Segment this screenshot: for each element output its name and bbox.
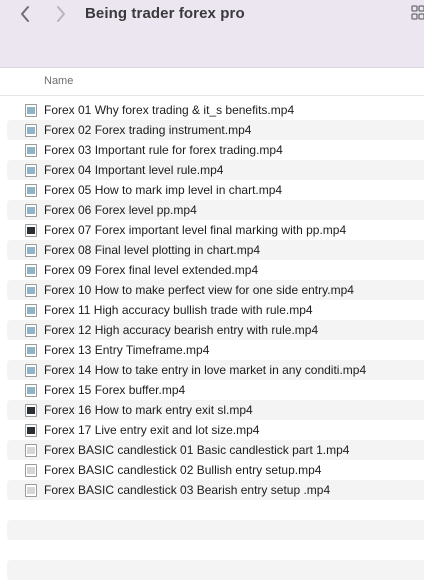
file-name: Forex 05 How to mark imp level in chart.…: [44, 183, 283, 197]
video-thumbnail: [27, 367, 35, 374]
video-file-icon: [25, 344, 37, 357]
video-thumbnail: [27, 187, 35, 194]
file-name: Forex 09 Forex final level extended.mp4: [44, 263, 259, 277]
video-thumbnail: [27, 227, 35, 234]
file-row[interactable]: Forex 17 Live entry exit and lot size.mp…: [0, 420, 424, 440]
video-file-icon: [25, 184, 37, 197]
video-file-icon: [25, 464, 37, 477]
video-file-icon: [25, 164, 37, 177]
finder-window: Being trader forex pro Name Forex 01 Why…: [0, 0, 424, 586]
file-row[interactable]: Forex 01 Why forex trading & it_s benefi…: [0, 100, 424, 120]
video-file-icon: [25, 484, 37, 497]
chevron-right-icon: [57, 6, 65, 22]
file-name: Forex 04 Important level rule.mp4: [44, 163, 224, 177]
video-thumbnail: [27, 407, 35, 414]
video-thumbnail: [27, 487, 35, 494]
file-row[interactable]: Forex 16 How to mark entry exit sl.mp4: [0, 400, 424, 420]
video-file-icon: [25, 324, 37, 337]
file-row[interactable]: Forex 11 High accuracy bullish trade wit…: [0, 300, 424, 320]
video-file-icon: [25, 284, 37, 297]
video-file-icon: [25, 424, 37, 437]
video-thumbnail: [27, 427, 35, 434]
video-thumbnail: [27, 127, 35, 134]
forward-button[interactable]: [50, 3, 72, 25]
file-row[interactable]: Forex 12 High accuracy bearish entry wit…: [0, 320, 424, 340]
file-name: Forex BASIC candlestick 03 Bearish entry…: [44, 483, 331, 497]
video-thumbnail: [27, 387, 35, 394]
file-name: Forex 15 Forex buffer.mp4: [44, 383, 186, 397]
empty-list-row: [7, 560, 424, 580]
video-thumbnail: [27, 347, 35, 354]
video-file-icon: [25, 404, 37, 417]
video-file-icon: [25, 244, 37, 257]
file-row[interactable]: Forex 07 Forex important level final mar…: [0, 220, 424, 240]
file-name: Forex 16 How to mark entry exit sl.mp4: [44, 403, 253, 417]
video-thumbnail: [27, 447, 35, 454]
video-file-icon: [25, 304, 37, 317]
file-name: Forex 03 Important rule for forex tradin…: [44, 143, 283, 157]
file-name: Forex 08 Final level plotting in chart.m…: [44, 243, 261, 257]
file-row[interactable]: Forex 14 How to take entry in love marke…: [0, 360, 424, 380]
file-row[interactable]: Forex 06 Forex level pp.mp4: [0, 200, 424, 220]
file-row[interactable]: Forex BASIC candlestick 01 Basic candles…: [0, 440, 424, 460]
video-file-icon: [25, 104, 37, 117]
file-name: Forex 02 Forex trading instrument.mp4: [44, 123, 252, 137]
video-file-icon: [25, 364, 37, 377]
file-list: Forex 01 Why forex trading & it_s benefi…: [0, 100, 424, 500]
column-header: Name: [0, 68, 424, 96]
video-thumbnail: [27, 167, 35, 174]
video-thumbnail: [27, 247, 35, 254]
file-name: Forex BASIC candlestick 02 Bullish entry…: [44, 463, 322, 477]
window-title: Being trader forex pro: [85, 5, 245, 22]
file-row[interactable]: Forex 05 How to mark imp level in chart.…: [0, 180, 424, 200]
name-column-header[interactable]: Name: [44, 75, 73, 87]
file-row[interactable]: Forex 03 Important rule for forex tradin…: [0, 140, 424, 160]
video-file-icon: [25, 384, 37, 397]
video-thumbnail: [27, 287, 35, 294]
toolbar: Being trader forex pro: [0, 0, 424, 68]
video-file-icon: [25, 144, 37, 157]
file-row[interactable]: Forex BASIC candlestick 02 Bullish entry…: [0, 460, 424, 480]
file-row[interactable]: Forex 10 How to make perfect view for on…: [0, 280, 424, 300]
chevron-left-icon: [21, 6, 29, 22]
file-name: Forex 10 How to make perfect view for on…: [44, 283, 354, 297]
video-thumbnail: [27, 107, 35, 114]
file-row[interactable]: Forex 08 Final level plotting in chart.m…: [0, 240, 424, 260]
file-row[interactable]: Forex 09 Forex final level extended.mp4: [0, 260, 424, 280]
file-name: Forex 11 High accuracy bullish trade wit…: [44, 303, 313, 317]
file-row[interactable]: Forex 13 Entry Timeframe.mp4: [0, 340, 424, 360]
video-file-icon: [25, 124, 37, 137]
grid-view-icon: [411, 5, 424, 20]
video-thumbnail: [27, 207, 35, 214]
file-row[interactable]: Forex 02 Forex trading instrument.mp4: [0, 120, 424, 140]
view-options-button[interactable]: [411, 5, 424, 21]
video-file-icon: [25, 444, 37, 457]
video-file-icon: [25, 204, 37, 217]
file-row[interactable]: Forex 04 Important level rule.mp4: [0, 160, 424, 180]
file-name: Forex 01 Why forex trading & it_s benefi…: [44, 103, 295, 117]
video-file-icon: [25, 224, 37, 237]
empty-list-row: [7, 520, 424, 540]
file-name: Forex BASIC candlestick 01 Basic candles…: [44, 443, 350, 457]
file-name: Forex 17 Live entry exit and lot size.mp…: [44, 423, 260, 437]
file-name: Forex 12 High accuracy bearish entry wit…: [44, 323, 319, 337]
video-thumbnail: [27, 307, 35, 314]
video-thumbnail: [27, 267, 35, 274]
file-name: Forex 06 Forex level pp.mp4: [44, 203, 197, 217]
video-thumbnail: [27, 467, 35, 474]
file-name: Forex 13 Entry Timeframe.mp4: [44, 343, 210, 357]
video-thumbnail: [27, 327, 35, 334]
file-row[interactable]: Forex BASIC candlestick 03 Bearish entry…: [0, 480, 424, 500]
video-thumbnail: [27, 147, 35, 154]
file-name: Forex 14 How to take entry in love marke…: [44, 363, 367, 377]
file-row[interactable]: Forex 15 Forex buffer.mp4: [0, 380, 424, 400]
video-file-icon: [25, 264, 37, 277]
file-name: Forex 07 Forex important level final mar…: [44, 223, 347, 237]
back-button[interactable]: [14, 3, 36, 25]
